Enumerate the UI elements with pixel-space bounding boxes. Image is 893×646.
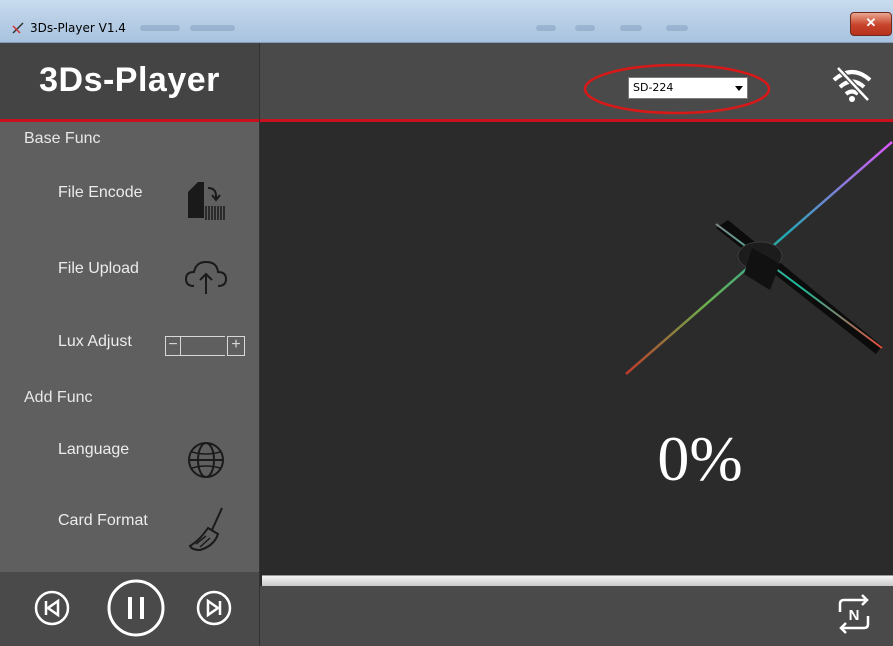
wifi-off-icon[interactable] — [828, 64, 876, 104]
brand-header: 3Ds-Player — [0, 43, 259, 119]
sidebar-item-label: Card Format — [58, 512, 148, 529]
lux-value-field[interactable] — [181, 336, 225, 356]
bottom-bar — [260, 586, 893, 646]
lux-decrease-button[interactable]: − — [165, 336, 181, 356]
section-add-func: Add Func — [24, 389, 93, 406]
lux-increase-button[interactable]: + — [227, 336, 245, 356]
brand-title: 3Ds-Player — [39, 61, 220, 99]
window-title: 3Ds-Player V1.4 — [30, 21, 126, 35]
device-select-value: SD-224 — [633, 81, 674, 94]
broom-icon — [188, 507, 223, 552]
blurred-text — [140, 25, 180, 31]
blurred-text — [666, 25, 688, 31]
top-bar — [260, 43, 893, 119]
chevron-down-icon — [735, 86, 743, 91]
progress-percent: 0% — [657, 423, 743, 494]
device-select[interactable]: SD-224 — [628, 77, 748, 99]
sidebar-item-label: File Upload — [58, 260, 139, 277]
file-encode-icon — [188, 182, 226, 220]
lux-stepper[interactable]: − + — [165, 336, 247, 356]
sidebar-item-label: Language — [58, 441, 130, 458]
close-button[interactable]: ✕ — [850, 12, 892, 36]
sidebar-item-label: File Encode — [58, 184, 143, 201]
svg-text:N: N — [849, 607, 860, 624]
accent-line — [0, 119, 259, 122]
preview-area — [260, 122, 893, 574]
previous-button[interactable] — [34, 590, 70, 626]
section-base-func: Base Func — [24, 130, 101, 147]
hologram-fan-image — [625, 141, 893, 375]
window-titlebar: 3Ds-Player V1.4 ✕ — [0, 0, 893, 43]
cloud-upload-icon — [184, 260, 228, 294]
pause-button[interactable] — [106, 578, 166, 638]
blurred-text — [620, 25, 642, 31]
sidebar-item-label: Lux Adjust — [58, 333, 132, 350]
progress-bar[interactable] — [262, 575, 893, 586]
next-button[interactable] — [196, 590, 232, 626]
player-controls — [0, 572, 259, 646]
globe-icon — [188, 442, 224, 478]
app-icon — [12, 22, 24, 34]
blurred-text — [536, 25, 556, 31]
loop-mode-icon[interactable]: N — [832, 592, 876, 636]
blurred-text — [190, 25, 235, 31]
blurred-text — [575, 25, 595, 31]
